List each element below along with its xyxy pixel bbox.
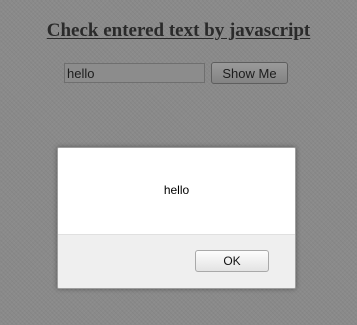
alert-message: hello [163,183,190,197]
alert-dialog-body: hello [58,148,295,234]
text-input[interactable] [64,63,205,83]
alert-dialog-footer: OK [58,234,295,288]
show-me-button[interactable]: Show Me [211,62,288,84]
page-background: { "page": { "heading": "Check entered te… [0,0,357,325]
ok-button[interactable]: OK [195,250,269,272]
page-heading: Check entered text by javascript [46,20,311,41]
alert-dialog: hello OK [57,147,296,289]
